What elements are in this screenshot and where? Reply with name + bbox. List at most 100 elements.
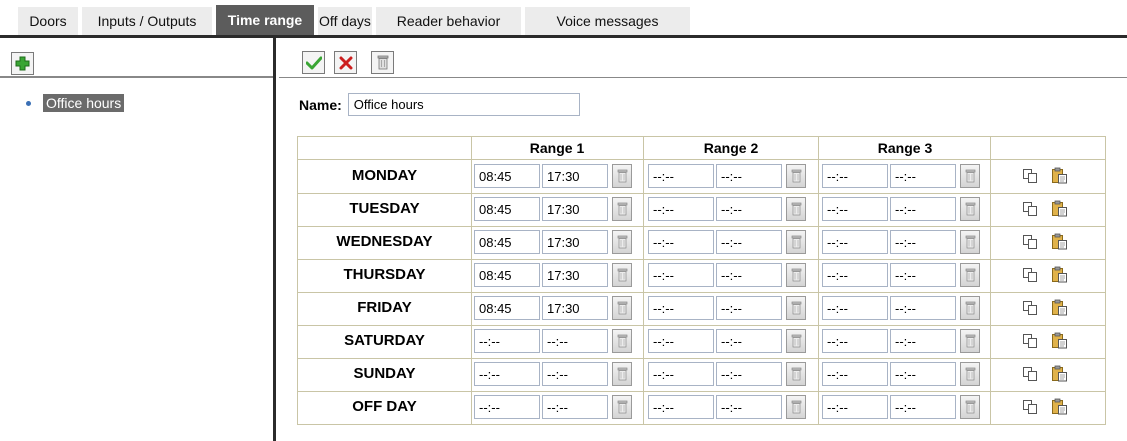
clear-range-button[interactable]	[612, 197, 632, 221]
range-2-start-time-input[interactable]	[648, 230, 714, 254]
range-1-start-time-input[interactable]	[474, 230, 540, 254]
clear-range-button[interactable]	[612, 362, 632, 386]
range-2-start-time-input[interactable]	[648, 329, 714, 353]
copy-button[interactable]	[1021, 200, 1039, 218]
clear-range-button[interactable]	[612, 395, 632, 419]
range-1-start-time-input[interactable]	[474, 395, 540, 419]
copy-button[interactable]	[1021, 233, 1039, 251]
range-3-start-time-input[interactable]	[822, 230, 888, 254]
cancel-button[interactable]	[334, 51, 357, 74]
clear-range-button[interactable]	[786, 230, 806, 254]
range-1-end-time-input[interactable]	[542, 230, 608, 254]
range-1-start-time-input[interactable]	[474, 197, 540, 221]
copy-button[interactable]	[1021, 365, 1039, 383]
paste-button[interactable]	[1050, 298, 1068, 316]
range-1-end-time-input[interactable]	[542, 395, 608, 419]
range-2-end-time-input[interactable]	[716, 395, 782, 419]
copy-button[interactable]	[1021, 266, 1039, 284]
range-1-start-time-input[interactable]	[474, 296, 540, 320]
copy-button[interactable]	[1021, 332, 1039, 350]
range-3-end-time-input[interactable]	[890, 164, 956, 188]
clear-range-button[interactable]	[960, 329, 980, 353]
range-1-end-time-input[interactable]	[542, 329, 608, 353]
paste-button[interactable]	[1050, 331, 1068, 349]
copy-button[interactable]	[1021, 398, 1039, 416]
clear-range-button[interactable]	[612, 230, 632, 254]
clear-range-button[interactable]	[960, 362, 980, 386]
clear-range-button[interactable]	[612, 164, 632, 188]
range-3-end-time-input[interactable]	[890, 329, 956, 353]
clear-range-button[interactable]	[786, 395, 806, 419]
range-2-end-time-input[interactable]	[716, 197, 782, 221]
clear-range-button[interactable]	[786, 164, 806, 188]
range-3-start-time-input[interactable]	[822, 263, 888, 287]
tab-reader-behavior[interactable]: Reader behavior	[376, 7, 521, 35]
range-3-end-time-input[interactable]	[890, 197, 956, 221]
range-2-start-time-input[interactable]	[648, 263, 714, 287]
range-1-end-time-input[interactable]	[542, 263, 608, 287]
range-2-end-time-input[interactable]	[716, 362, 782, 386]
paste-button[interactable]	[1050, 364, 1068, 382]
range-2-start-time-input[interactable]	[648, 395, 714, 419]
range-3-end-time-input[interactable]	[890, 230, 956, 254]
range-1-end-time-input[interactable]	[542, 164, 608, 188]
range-1-end-time-input[interactable]	[542, 296, 608, 320]
tab-doors[interactable]: Doors	[18, 7, 78, 35]
tab-off-days[interactable]: Off days	[318, 7, 372, 35]
clear-range-button[interactable]	[960, 296, 980, 320]
tab-time-range[interactable]: Time range	[216, 5, 314, 35]
range-2-end-time-input[interactable]	[716, 263, 782, 287]
paste-button[interactable]	[1050, 265, 1068, 283]
range-3-start-time-input[interactable]	[822, 197, 888, 221]
range-1-end-time-input[interactable]	[542, 362, 608, 386]
clear-range-button[interactable]	[786, 197, 806, 221]
range-2-end-time-input[interactable]	[716, 296, 782, 320]
range-3-start-time-input[interactable]	[822, 296, 888, 320]
copy-button[interactable]	[1021, 167, 1039, 185]
tab-voice-messages[interactable]: Voice messages	[525, 7, 690, 35]
range-2-start-time-input[interactable]	[648, 362, 714, 386]
clear-range-button[interactable]	[960, 197, 980, 221]
range-3-start-time-input[interactable]	[822, 395, 888, 419]
paste-button[interactable]	[1050, 199, 1068, 217]
tab-inputs-outputs[interactable]: Inputs / Outputs	[82, 7, 212, 35]
clear-range-button[interactable]	[960, 164, 980, 188]
paste-button[interactable]	[1050, 397, 1068, 415]
clear-range-button[interactable]	[612, 263, 632, 287]
clear-range-button[interactable]	[960, 395, 980, 419]
range-3-start-time-input[interactable]	[822, 164, 888, 188]
range-2-start-time-input[interactable]	[648, 197, 714, 221]
paste-button[interactable]	[1050, 232, 1068, 250]
clear-range-button[interactable]	[786, 296, 806, 320]
range-3-end-time-input[interactable]	[890, 362, 956, 386]
clear-range-button[interactable]	[786, 329, 806, 353]
range-2-end-time-input[interactable]	[716, 329, 782, 353]
range-1-start-time-input[interactable]	[474, 362, 540, 386]
add-button[interactable]	[11, 52, 34, 75]
range-2-end-time-input[interactable]	[716, 230, 782, 254]
range-3-start-time-input[interactable]	[822, 362, 888, 386]
range-3-end-time-input[interactable]	[890, 296, 956, 320]
range-1-start-time-input[interactable]	[474, 329, 540, 353]
clear-range-button[interactable]	[786, 362, 806, 386]
clear-range-button[interactable]	[786, 263, 806, 287]
range-1-start-time-input[interactable]	[474, 164, 540, 188]
range-3-end-time-input[interactable]	[890, 395, 956, 419]
range-1-end-time-input[interactable]	[542, 197, 608, 221]
clear-range-button[interactable]	[960, 230, 980, 254]
clear-range-button[interactable]	[960, 263, 980, 287]
save-button[interactable]	[302, 51, 325, 74]
clear-range-button[interactable]	[612, 296, 632, 320]
sidebar-item-office-hours[interactable]: Office hours	[26, 94, 125, 112]
range-1-start-time-input[interactable]	[474, 263, 540, 287]
copy-button[interactable]	[1021, 299, 1039, 317]
delete-button[interactable]	[371, 51, 394, 74]
clear-range-button[interactable]	[612, 329, 632, 353]
range-3-end-time-input[interactable]	[890, 263, 956, 287]
range-2-start-time-input[interactable]	[648, 296, 714, 320]
paste-button[interactable]	[1050, 166, 1068, 184]
range-2-end-time-input[interactable]	[716, 164, 782, 188]
name-input[interactable]	[347, 93, 580, 116]
range-2-start-time-input[interactable]	[648, 164, 714, 188]
range-3-start-time-input[interactable]	[822, 329, 888, 353]
